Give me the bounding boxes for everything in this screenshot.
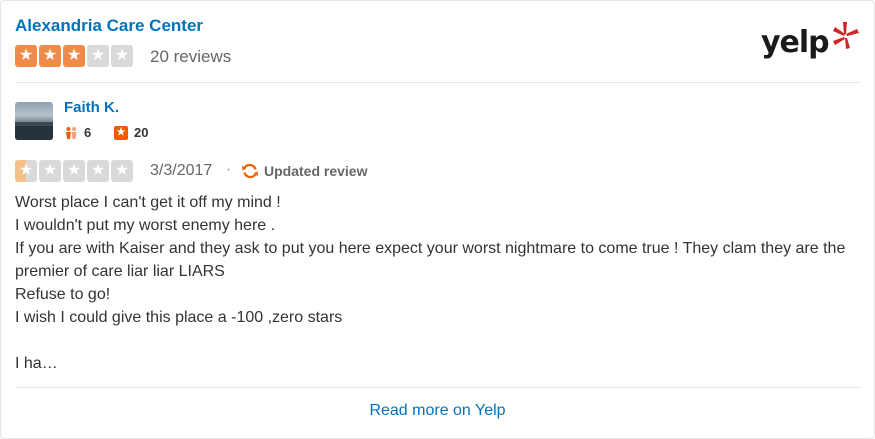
reviewer-reviews: ★ 20 [114,125,148,140]
yelp-logo-text: yelp [761,24,830,60]
review-count-icon: ★ [114,125,128,140]
review-line: If you are with Kaiser and they ask to p… [15,240,846,280]
updated-review-badge: Updated review [241,162,367,180]
star-icon: ★ [39,45,61,67]
review-line: I ha… [15,355,58,372]
review-text: Worst place I can't get it off my mind !… [15,191,861,375]
star-icon: ★ [63,45,85,67]
review-line: I wouldn't put my worst enemy here . [15,217,276,234]
footer-divider [15,387,861,388]
business-rating: ★ ★ ★ ★ ★ [15,45,133,67]
star-icon: ★ [87,45,109,67]
review-line [15,329,861,352]
review-line: Worst place I can't get it off my mind ! [15,194,281,211]
friends-count: 6 [84,125,92,140]
star-icon: ★ [111,45,133,67]
reviewer-name-link[interactable]: Faith K. [64,99,119,116]
star-icon: ★ [15,45,37,67]
yelp-logo[interactable]: yelp [761,19,861,65]
star-icon: ★ [87,160,109,182]
review-date: 3/3/2017 [150,162,213,179]
review-line: I wish I could give this place a -100 ,z… [15,309,343,326]
reviewer-friends: 6 [64,125,91,140]
review-line: Refuse to go! [15,286,111,303]
yelp-burst-icon [832,22,859,49]
review-rating: ★ ★ ★ ★ ★ [15,160,133,182]
star-icon: ★ [39,160,61,182]
avatar[interactable] [15,102,53,140]
read-more-link[interactable]: Read more on Yelp [1,402,874,420]
reviews-count: 20 [134,125,149,140]
refresh-icon [242,163,258,179]
business-name-link[interactable]: Alexandria Care Center [15,16,203,36]
star-icon: ★ [63,160,85,182]
separator-dot: · [226,161,232,178]
star-icon: ★ [111,160,133,182]
updated-review-label: Updated review [264,163,368,179]
star-icon: ★ [15,160,37,182]
friends-icon [66,126,77,139]
business-review-count: 20 reviews [150,47,232,66]
review-widget: Alexandria Care Center ★ ★ ★ ★ ★ 20 revi… [0,0,875,439]
header-divider [15,82,861,83]
